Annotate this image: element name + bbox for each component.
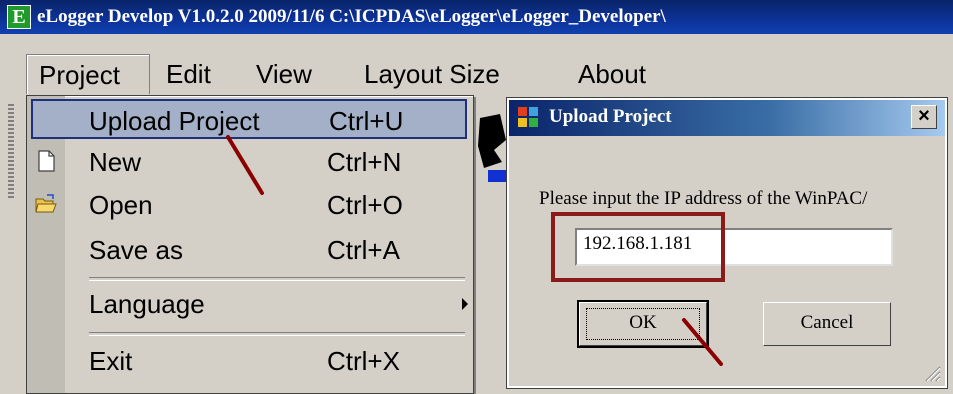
menu-item-label: New xyxy=(89,147,142,177)
upload-project-dialog: Upload Project × Please input the IP add… xyxy=(506,97,948,389)
menu-separator xyxy=(89,277,465,281)
menu-item-language[interactable]: Language xyxy=(67,284,468,324)
submenu-arrow-icon xyxy=(462,298,468,310)
close-button[interactable]: × xyxy=(911,105,937,129)
menu-icon-column xyxy=(27,96,65,393)
ok-button[interactable]: OK xyxy=(577,300,709,348)
close-icon: × xyxy=(918,105,930,127)
app-icon: E xyxy=(7,5,31,29)
menu-item-label: Exit xyxy=(89,346,133,376)
focus-rectangle xyxy=(586,308,700,340)
menu-view[interactable]: View xyxy=(256,54,312,94)
dialog-title-bar[interactable]: Upload Project × xyxy=(509,100,945,136)
menu-item-shortcut: Ctrl+N xyxy=(327,147,402,177)
menu-item-label: Upload Project xyxy=(89,106,260,136)
menu-item-label: Open xyxy=(89,190,153,220)
menu-item-new[interactable]: New Ctrl+N xyxy=(67,142,467,182)
menu-bar: Project Edit View Layout Size About xyxy=(0,52,953,96)
menu-item-open[interactable]: Open Ctrl+O xyxy=(67,185,467,225)
menu-about[interactable]: About xyxy=(578,54,646,94)
menu-project[interactable]: Project xyxy=(26,54,150,94)
toolbar-grip xyxy=(8,104,14,200)
menu-item-shortcut: Ctrl+X xyxy=(327,346,400,376)
open-folder-icon xyxy=(35,194,57,213)
menu-item-exit[interactable]: Exit Ctrl+X xyxy=(67,341,467,381)
menu-item-shortcut: Ctrl+U xyxy=(329,106,404,136)
new-file-icon xyxy=(38,150,55,172)
menu-item-upload-project[interactable]: Upload Project Ctrl+U xyxy=(31,99,467,139)
menu-item-label: Language xyxy=(89,289,205,319)
menu-item-shortcut: Ctrl+A xyxy=(327,235,400,265)
cancel-button-label: Cancel xyxy=(800,312,854,333)
window-title: eLogger Develop V1.0.2.0 2009/11/6 C:\IC… xyxy=(37,6,666,27)
menu-separator xyxy=(89,332,465,336)
menu-edit[interactable]: Edit xyxy=(166,54,211,94)
dialog-window-icon xyxy=(518,107,538,127)
menu-layout-size[interactable]: Layout Size xyxy=(364,54,500,94)
menu-item-shortcut: Ctrl+O xyxy=(327,190,403,220)
project-dropdown-menu: Upload Project Ctrl+U New Ctrl+N Open Ct… xyxy=(26,95,474,394)
resize-grip-icon[interactable] xyxy=(923,364,941,382)
ip-address-input[interactable]: 192.168.1.181 xyxy=(575,228,893,266)
cancel-button[interactable]: Cancel xyxy=(763,302,891,346)
ip-prompt-text: Please input the IP address of the WinPA… xyxy=(539,188,868,209)
menu-item-label: Save as xyxy=(89,235,183,265)
menu-item-save-as[interactable]: Save as Ctrl+A xyxy=(67,230,467,270)
title-bar: E eLogger Develop V1.0.2.0 2009/11/6 C:\… xyxy=(0,0,953,34)
dialog-title: Upload Project xyxy=(549,106,672,127)
